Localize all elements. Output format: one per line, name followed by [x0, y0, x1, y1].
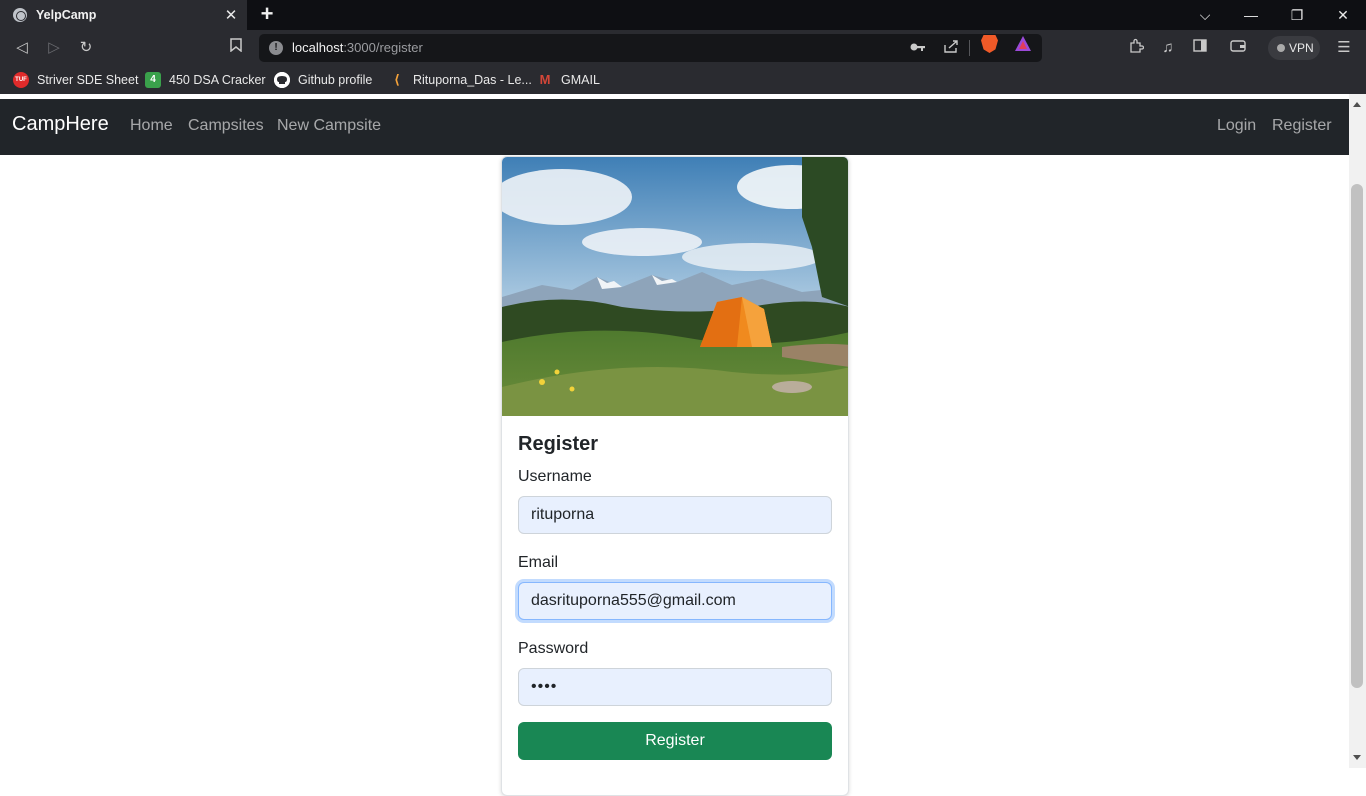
- password-label: Password: [518, 640, 589, 657]
- password-input[interactable]: [518, 668, 832, 706]
- close-window-button[interactable]: ✕: [1320, 0, 1366, 30]
- nav-login[interactable]: Login: [1217, 117, 1256, 135]
- forward-icon[interactable]: ▷: [44, 38, 64, 58]
- bookmarks-bar: TUF Striver SDE Sheet 4 450 DSA Cracker …: [0, 66, 1366, 94]
- username-input[interactable]: [518, 496, 832, 534]
- tab-close-icon[interactable]: ✕: [221, 6, 241, 24]
- bookmark-icon[interactable]: [226, 38, 246, 58]
- bookmark-gmail[interactable]: M GMAIL: [537, 71, 600, 89]
- username-label: Username: [518, 468, 592, 485]
- bookmark-github[interactable]: Github profile: [274, 71, 372, 89]
- key-icon[interactable]: [909, 39, 927, 57]
- tab-strip: YelpCamp ✕ + ⌵ — ❐ ✕: [0, 0, 1366, 30]
- email-input[interactable]: [518, 582, 832, 620]
- github-icon: [274, 72, 290, 88]
- campsite-photo: [502, 157, 848, 416]
- reload-icon[interactable]: ↻: [76, 38, 96, 58]
- globe-icon: [13, 8, 27, 22]
- new-tab-button[interactable]: +: [256, 3, 278, 25]
- tuf-icon: TUF: [13, 72, 29, 88]
- browser-toolbar: ◁ ▷ ↻ ! localhost:3000/register ♫ VPN ☰: [0, 30, 1366, 66]
- media-icon[interactable]: ♫: [1158, 38, 1178, 58]
- nav-home[interactable]: Home: [130, 117, 173, 135]
- site-navbar: CampHere Home Campsites New Campsite Log…: [0, 99, 1349, 155]
- page-scrollbar[interactable]: [1349, 94, 1366, 768]
- brand-logo[interactable]: CampHere: [12, 113, 109, 136]
- register-card: Register Username Email Password Registe…: [501, 156, 849, 796]
- leetcode-icon: ⟨: [394, 72, 400, 87]
- wallet-icon[interactable]: [1228, 38, 1248, 58]
- menu-icon[interactable]: ☰: [1334, 38, 1354, 58]
- tab-search-button[interactable]: ⌵: [1182, 0, 1228, 30]
- extensions-icon[interactable]: [1126, 38, 1146, 58]
- bookmark-leetcode[interactable]: ⟨ Rituporna_Das - Le...: [389, 71, 532, 89]
- page-viewport: CampHere Home Campsites New Campsite Log…: [0, 94, 1366, 796]
- share-icon[interactable]: [942, 39, 960, 57]
- register-button[interactable]: Register: [518, 722, 832, 760]
- register-heading: Register: [518, 433, 599, 455]
- restore-button[interactable]: ❐: [1274, 0, 1320, 30]
- scroll-up-icon[interactable]: [1353, 102, 1361, 107]
- bookmark-dsa-cracker[interactable]: 4 450 DSA Cracker: [145, 71, 266, 89]
- tab-title: YelpCamp: [36, 8, 97, 22]
- address-bar[interactable]: ! localhost:3000/register: [259, 34, 1042, 62]
- four-icon: 4: [145, 72, 161, 88]
- divider: [969, 40, 970, 56]
- url-text[interactable]: localhost:3000/register: [292, 40, 423, 55]
- minimize-button[interactable]: —: [1228, 0, 1274, 30]
- vpn-status-icon: [1277, 44, 1285, 52]
- scroll-down-icon[interactable]: [1353, 755, 1361, 760]
- active-tab[interactable]: YelpCamp ✕: [0, 0, 247, 30]
- brave-rewards-icon[interactable]: [1015, 36, 1031, 51]
- bookmark-striver[interactable]: TUF Striver SDE Sheet: [13, 71, 138, 89]
- gmail-icon: M: [539, 72, 551, 87]
- nav-register[interactable]: Register: [1272, 117, 1332, 135]
- vpn-button[interactable]: VPN: [1268, 36, 1320, 60]
- scroll-thumb[interactable]: [1351, 184, 1363, 688]
- nav-campsites[interactable]: Campsites: [188, 117, 264, 135]
- email-label: Email: [518, 554, 559, 571]
- sidebar-icon[interactable]: [1190, 38, 1210, 58]
- nav-new-campsite[interactable]: New Campsite: [277, 117, 381, 135]
- site-info-icon[interactable]: !: [269, 41, 283, 55]
- back-icon[interactable]: ◁: [12, 38, 32, 58]
